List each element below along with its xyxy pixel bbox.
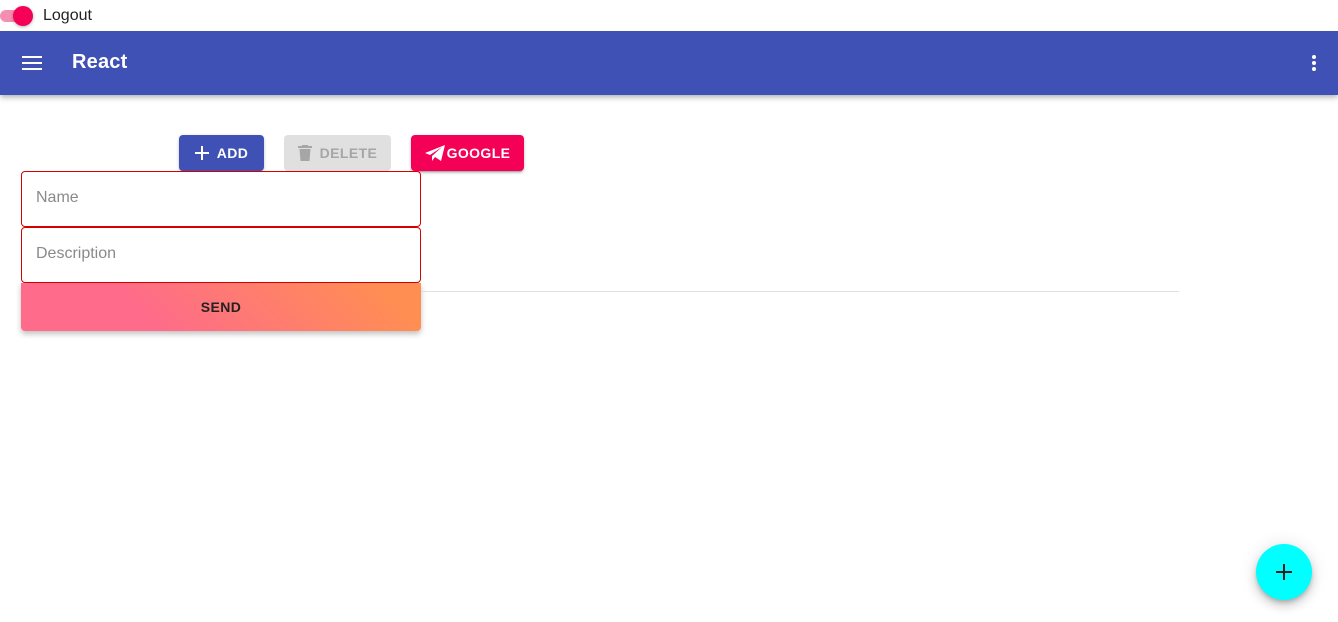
delete-button-label: Delete xyxy=(319,145,378,161)
delete-button[interactable]: Delete xyxy=(284,135,391,171)
trash-icon xyxy=(297,145,312,161)
google-button[interactable]: Google xyxy=(411,135,524,171)
logout-switch[interactable] xyxy=(0,4,34,28)
description-input[interactable] xyxy=(22,228,410,280)
more-options-button[interactable] xyxy=(1300,49,1328,77)
send-plane-icon xyxy=(424,145,445,161)
fab-add-button[interactable] xyxy=(1256,544,1312,600)
plus-icon xyxy=(194,146,209,160)
name-input[interactable] xyxy=(22,172,410,224)
description-field xyxy=(21,227,421,283)
app-bar: React xyxy=(0,31,1338,95)
send-button[interactable]: SEND xyxy=(21,283,421,331)
name-field xyxy=(21,171,421,227)
logout-label: Logout xyxy=(43,6,92,24)
plus-icon xyxy=(1276,564,1292,580)
switch-thumb xyxy=(13,5,33,26)
app-title: React xyxy=(72,51,128,73)
send-button-label: SEND xyxy=(200,299,242,315)
more-vert-icon xyxy=(1312,55,1316,71)
menu-button[interactable] xyxy=(16,47,48,79)
add-button-label: Add xyxy=(216,145,249,161)
logout-toggle-row: Logout xyxy=(0,0,92,31)
divider xyxy=(421,291,1179,292)
google-button-label: Google xyxy=(446,145,511,161)
add-button[interactable]: Add xyxy=(179,135,264,171)
menu-icon xyxy=(22,56,42,70)
